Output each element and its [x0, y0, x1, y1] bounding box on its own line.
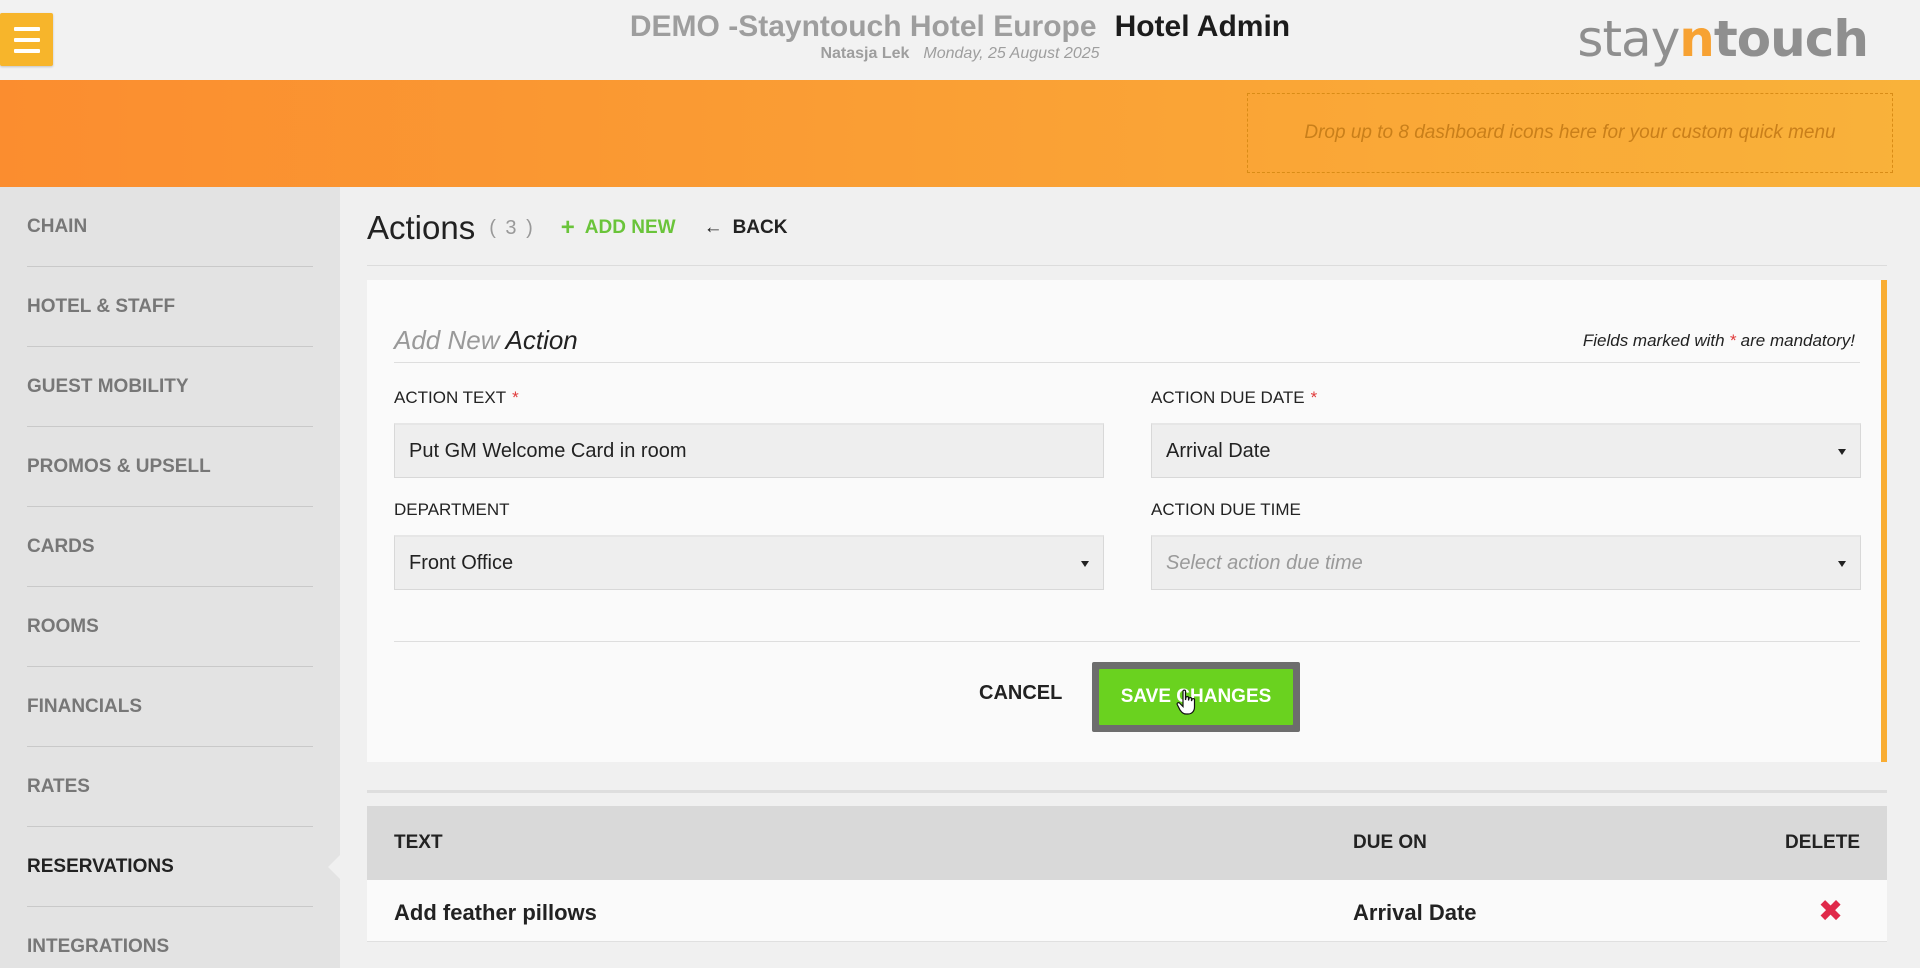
dropdown-caret-icon [1838, 449, 1846, 455]
stayntouch-logo: stayntouch [1577, 10, 1869, 68]
quick-menu-band: Drop up to 8 dashboard icons here for yo… [0, 80, 1920, 187]
row-action-text: Add feather pillows [394, 900, 597, 925]
mandatory-note: Fields marked with * are mandatory! [1582, 331, 1855, 350]
page-title: Actions [367, 209, 476, 246]
plus-icon: + [560, 214, 575, 241]
due-date-value: Arrival Date [1166, 439, 1271, 462]
sidebar: CHAIN HOTEL & STAFF GUEST MOBILITY PROMO… [0, 187, 340, 968]
add-new-label: ADD NEW [584, 217, 676, 238]
action-due-time-label: ACTION DUE TIME [1151, 500, 1301, 519]
item-count: ( 3 ) [489, 216, 535, 239]
form-footer-divider [394, 641, 1860, 642]
hotel-name: DEMO -Stayntouch Hotel Europe [629, 10, 1097, 43]
sidebar-item-guest-mobility[interactable]: GUEST MOBILITY [27, 347, 313, 427]
cancel-button[interactable]: CANCEL [979, 682, 1062, 705]
column-header-text: TEXT [394, 832, 443, 853]
due-time-placeholder: Select action due time [1166, 551, 1363, 574]
action-text-label: ACTION TEXT * [394, 388, 519, 407]
sidebar-item-rooms[interactable]: ROOMS [27, 587, 313, 667]
action-due-date-select[interactable]: Arrival Date [1151, 423, 1861, 478]
action-due-date-label: ACTION DUE DATE * [1151, 388, 1318, 407]
page-header: Actions ( 3 ) + ADD NEW ← BACK [367, 205, 787, 251]
sidebar-item-promos-upsell[interactable]: PROMOS & UPSELL [27, 427, 313, 507]
dropdown-caret-icon [1838, 561, 1846, 567]
action-text-input[interactable]: Put GM Welcome Card in room [394, 423, 1104, 478]
dropdown-caret-icon [1081, 561, 1089, 567]
add-action-form: Add New Action Fields marked with * are m… [367, 280, 1887, 762]
column-header-delete: DELETE [1785, 832, 1860, 853]
action-due-time-select[interactable]: Select action due time [1151, 535, 1861, 590]
column-header-due-on: DUE ON [1353, 832, 1427, 853]
actions-table-header: TEXT DUE ON DELETE [367, 806, 1887, 880]
user-name: Natasja Lek [820, 45, 910, 62]
app-name: Hotel Admin [1114, 10, 1291, 43]
form-title: Add New Action [394, 325, 578, 355]
department-label: DEPARTMENT [394, 500, 510, 519]
sidebar-item-cards[interactable]: CARDS [27, 507, 313, 587]
sidebar-item-rates[interactable]: RATES [27, 747, 313, 827]
department-value: Front Office [409, 551, 514, 574]
sidebar-item-integrations[interactable]: INTEGRATIONS [27, 907, 313, 968]
back-button[interactable]: ← BACK [704, 217, 788, 239]
header-divider [367, 265, 1887, 266]
current-date: Monday, 25 August 2025 [923, 45, 1100, 62]
top-header: DEMO -Stayntouch Hotel Europe Hotel Admin… [0, 0, 1920, 80]
table-row[interactable]: Add feather pillows Arrival Date ✖ [367, 880, 1887, 942]
department-select[interactable]: Front Office [394, 535, 1104, 590]
delete-icon[interactable]: ✖ [1818, 894, 1843, 929]
sidebar-item-chain[interactable]: CHAIN [27, 187, 313, 267]
sidebar-item-reservations[interactable]: RESERVATIONS [27, 827, 313, 907]
quick-menu-dropzone[interactable]: Drop up to 8 dashboard icons here for yo… [1247, 93, 1893, 173]
sidebar-item-hotel-staff[interactable]: HOTEL & STAFF [27, 267, 313, 347]
form-divider [394, 362, 1860, 363]
sidebar-item-financials[interactable]: FINANCIALS [27, 667, 313, 747]
add-new-button[interactable]: + ADD NEW [561, 214, 676, 242]
row-due-on: Arrival Date [1353, 900, 1477, 925]
active-indicator-arrow [328, 855, 340, 879]
list-divider [367, 790, 1887, 793]
arrow-left-icon: ← [703, 217, 723, 238]
back-label: BACK [732, 217, 788, 238]
hand-cursor-icon [1176, 689, 1196, 715]
